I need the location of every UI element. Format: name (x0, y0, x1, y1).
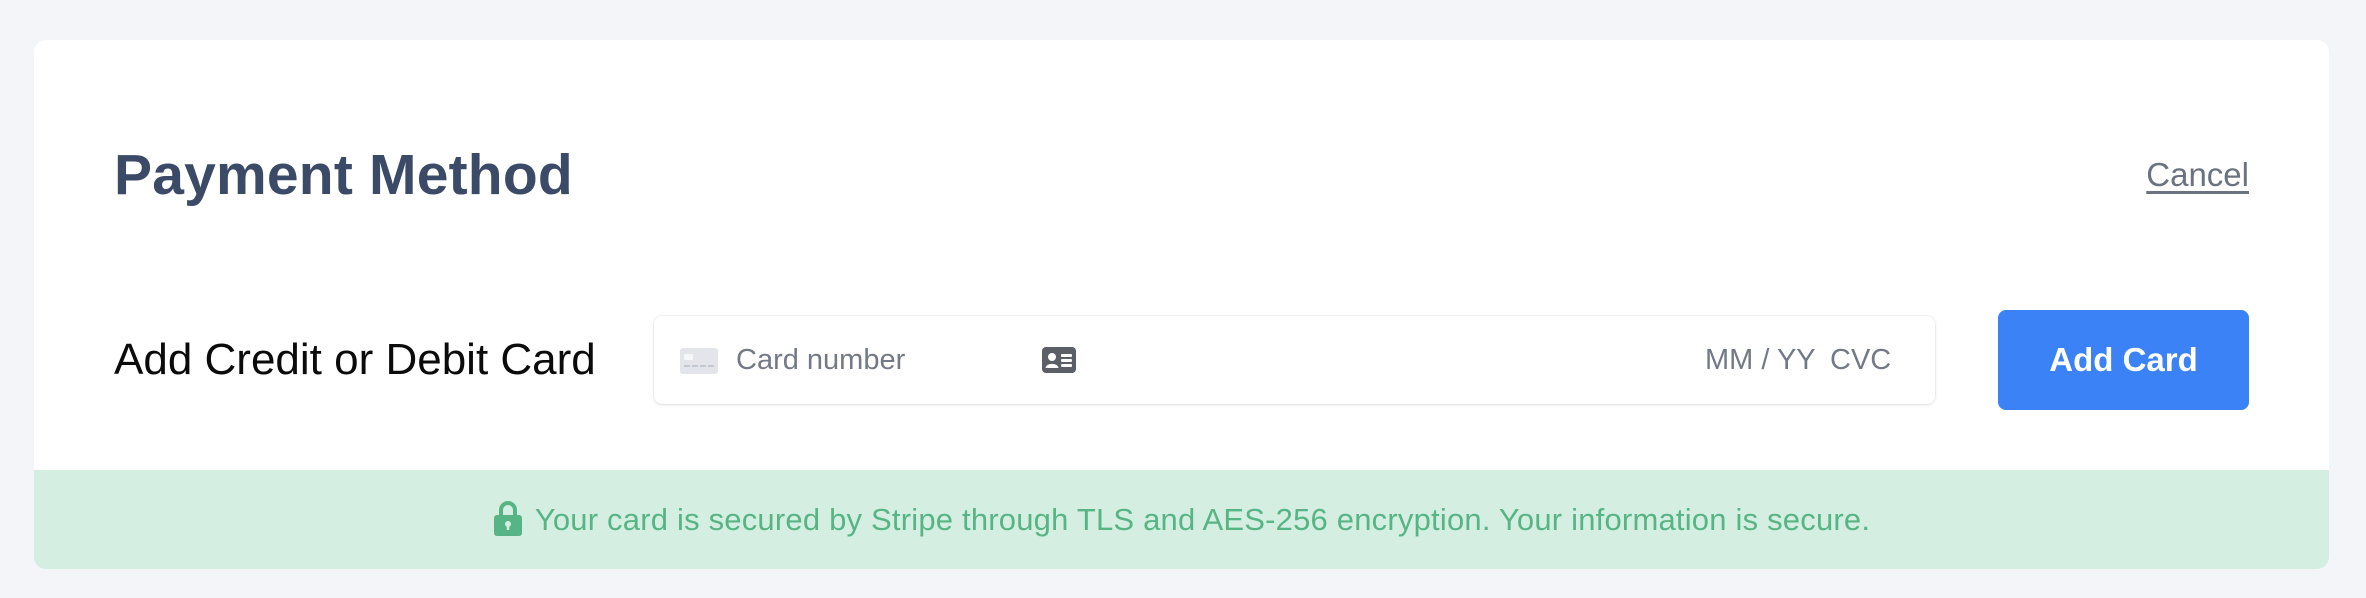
add-card-button[interactable]: Add Card (1998, 310, 2249, 410)
id-card-icon[interactable] (1042, 347, 1076, 373)
security-notice-text: Your card is secured by Stripe through T… (534, 501, 1871, 537)
credit-card-icon (680, 348, 718, 374)
expiry-input[interactable] (1705, 338, 1823, 382)
payment-method-card: Payment Method Cancel Add Credit or Debi… (34, 40, 2329, 569)
payment-header: Payment Method Cancel (114, 130, 2249, 220)
add-card-row: Add Credit or Debit Card Card number MM … (114, 310, 2249, 410)
lock-icon (493, 500, 522, 536)
cancel-link[interactable]: Cancel (2146, 156, 2249, 194)
page-title: Payment Method (114, 143, 573, 207)
cvc-input[interactable] (1830, 338, 1900, 382)
stripe-card-element[interactable] (654, 316, 1935, 404)
card-number-input[interactable] (736, 338, 996, 382)
security-notice: Your card is secured by Stripe through T… (34, 470, 2329, 569)
add-card-label: Add Credit or Debit Card (114, 335, 596, 384)
